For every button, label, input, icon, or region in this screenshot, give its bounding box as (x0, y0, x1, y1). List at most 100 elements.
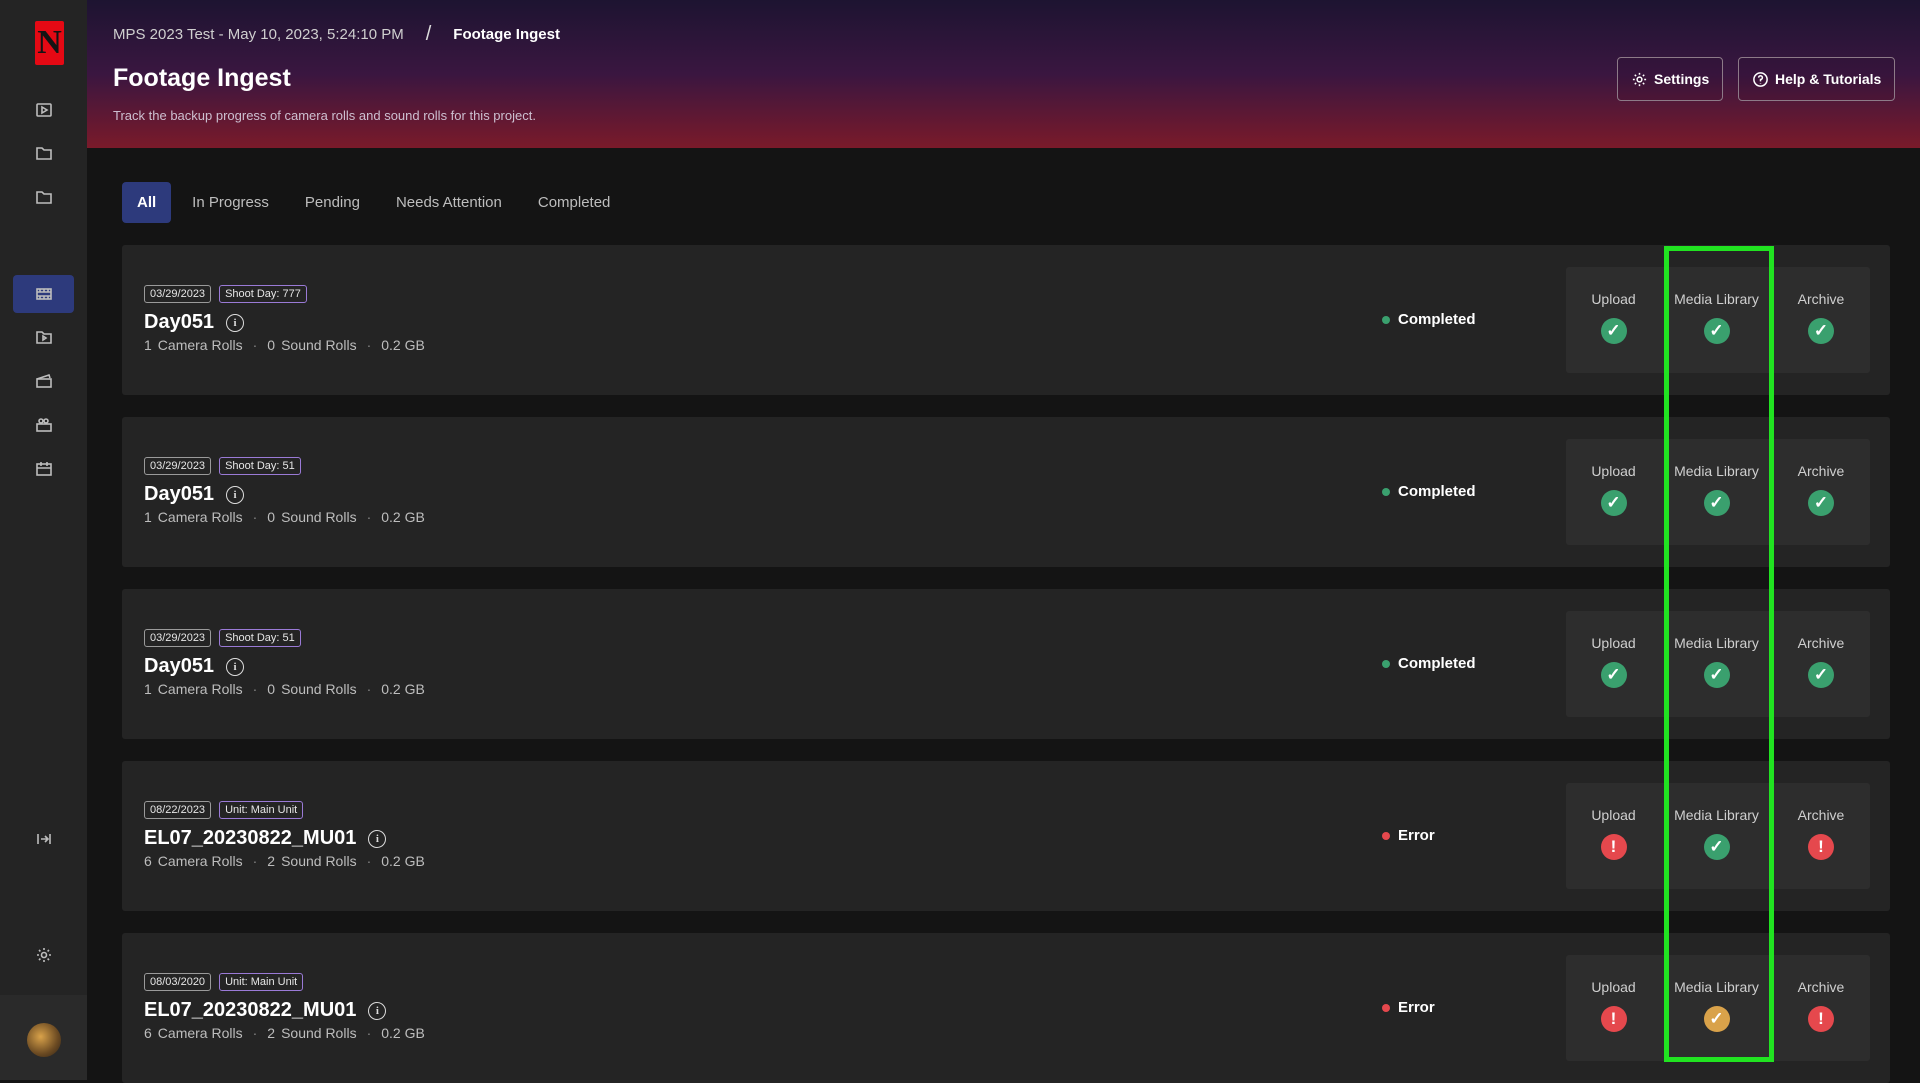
meta-dot: · (366, 853, 372, 869)
gear-icon (1632, 72, 1647, 86)
row-title: Day051 i (144, 483, 245, 506)
tab-all[interactable]: All (122, 182, 172, 223)
row-size: 0.2 GB (381, 1025, 425, 1041)
tab-in-progress[interactable]: In Progress (177, 182, 284, 223)
row-badges: 03/29/2023 Shoot Day: 777 (144, 285, 307, 303)
tab-completed[interactable]: Completed (523, 182, 626, 223)
breadcrumb-current: Footage Ingest (453, 26, 560, 43)
info-icon[interactable]: i (226, 313, 245, 332)
stage-archive[interactable]: Archive ! (1772, 955, 1870, 1061)
date-badge: 08/22/2023 (144, 801, 212, 819)
stage-label: Archive (1797, 463, 1845, 479)
check-icon: ✓ (1808, 490, 1834, 516)
row-badges: 03/29/2023 Shoot Day: 51 (144, 629, 301, 647)
help-button[interactable]: Help & Tutorials (1738, 57, 1896, 101)
status-text: Completed (1398, 655, 1476, 672)
table-row[interactable]: 08/22/2023 Unit: Main Unit EL07_20230822… (122, 761, 1890, 911)
row-size: 0.2 GB (381, 509, 425, 525)
breadcrumb-project[interactable]: MPS 2023 Test - May 10, 2023, 5:24:10 PM (113, 26, 404, 43)
calendar-icon[interactable] (13, 450, 74, 488)
camera-label: Camera Rolls (157, 681, 243, 697)
check-icon: ✓ (1600, 318, 1627, 344)
clapper-icon[interactable] (13, 362, 74, 400)
tag-badge: Shoot Day: 777 (219, 285, 307, 303)
row-title-text: Day051 (144, 483, 215, 505)
stage-label: Upload (1591, 463, 1636, 479)
user-section (0, 995, 87, 1080)
row-meta: 1 Camera Rolls · 0 Sound Rolls · 0.2 GB (144, 509, 425, 525)
page-subtitle: Track the backup progress of camera roll… (113, 108, 536, 123)
sound-label: Sound Rolls (281, 337, 357, 353)
info-icon[interactable]: i (368, 829, 387, 848)
stage-upload[interactable]: Upload ✓ (1566, 267, 1661, 373)
row-badges: 03/29/2023 Shoot Day: 51 (144, 457, 301, 475)
gear-icon[interactable] (13, 936, 74, 974)
status-text: Completed (1398, 311, 1476, 328)
sound-count: 2 (267, 1025, 276, 1041)
row-size: 0.2 GB (381, 337, 425, 353)
stage-upload[interactable]: Upload ✓ (1566, 439, 1661, 545)
stage-label: Archive (1797, 807, 1845, 823)
stage-label: Archive (1797, 979, 1845, 995)
info-icon[interactable]: i (368, 1001, 387, 1020)
stage-archive[interactable]: Archive ✓ (1772, 267, 1870, 373)
camera-count: 6 (144, 853, 152, 869)
check-icon: ✓ (1808, 662, 1834, 688)
stage-label: Upload (1591, 807, 1636, 823)
stage-archive[interactable]: Archive ! (1772, 783, 1870, 889)
settings-button[interactable]: Settings (1617, 57, 1724, 101)
help-icon (1753, 71, 1768, 87)
camera-count: 1 (144, 681, 152, 697)
tag-badge: Shoot Day: 51 (219, 629, 301, 647)
sound-label: Sound Rolls (281, 509, 357, 525)
filter-tabs: All In Progress Pending Needs Attention … (122, 182, 625, 223)
error-icon: ! (1600, 1006, 1627, 1032)
stage-upload[interactable]: Upload ✓ (1566, 611, 1661, 717)
video-folder-icon[interactable] (13, 318, 74, 356)
stage-upload[interactable]: Upload ! (1566, 955, 1661, 1061)
folder-icon[interactable] (13, 178, 74, 216)
status-dot (1382, 315, 1390, 324)
status-badge: Completed (1382, 311, 1476, 328)
sound-label: Sound Rolls (281, 681, 357, 697)
table-row[interactable]: 03/29/2023 Shoot Day: 777 Day051 i 1 Cam… (122, 245, 1890, 395)
row-meta: 6 Camera Rolls · 2 Sound Rolls · 0.2 GB (144, 1025, 425, 1041)
camera-label: Camera Rolls (157, 509, 243, 525)
status-dot (1382, 831, 1390, 840)
sidebar: N (0, 0, 87, 1080)
table-row[interactable]: 08/03/2020 Unit: Main Unit EL07_20230822… (122, 933, 1890, 1083)
stage-label: Archive (1797, 635, 1845, 651)
tag-badge: Unit: Main Unit (219, 801, 304, 819)
status-text: Completed (1398, 483, 1476, 500)
stage-archive[interactable]: Archive ✓ (1772, 439, 1870, 545)
row-badges: 08/03/2020 Unit: Main Unit (144, 973, 304, 991)
avatar[interactable] (27, 1023, 61, 1057)
table-row[interactable]: 03/29/2023 Shoot Day: 51 Day051 i 1 Came… (122, 417, 1890, 567)
info-icon[interactable]: i (226, 485, 245, 504)
tab-pending[interactable]: Pending (290, 182, 375, 223)
meta-dot: · (252, 853, 258, 869)
play-icon[interactable] (13, 91, 74, 129)
camera-icon[interactable] (13, 406, 74, 444)
row-meta: 1 Camera Rolls · 0 Sound Rolls · 0.2 GB (144, 681, 425, 697)
folder-icon[interactable] (13, 134, 74, 172)
row-title: EL07_20230822_MU01 i (144, 827, 387, 850)
tab-needs-attention[interactable]: Needs Attention (381, 182, 517, 223)
camera-count: 1 (144, 337, 152, 353)
help-label: Help & Tutorials (1775, 71, 1882, 87)
status-text: Error (1398, 999, 1435, 1016)
table-row[interactable]: 03/29/2023 Shoot Day: 51 Day051 i 1 Came… (122, 589, 1890, 739)
netflix-logo[interactable]: N (35, 21, 64, 65)
stage-upload[interactable]: Upload ! (1566, 783, 1661, 889)
row-title-text: EL07_20230822_MU01 (144, 827, 357, 849)
camera-label: Camera Rolls (157, 337, 243, 353)
date-badge: 03/29/2023 (144, 285, 212, 303)
info-icon[interactable]: i (226, 657, 245, 676)
stage-archive[interactable]: Archive ✓ (1772, 611, 1870, 717)
expand-icon[interactable] (13, 820, 74, 858)
meta-dot: · (252, 681, 258, 697)
row-title-text: EL07_20230822_MU01 (144, 999, 357, 1021)
film-icon[interactable] (13, 275, 74, 313)
row-size: 0.2 GB (381, 853, 425, 869)
row-title-text: Day051 (144, 311, 215, 333)
